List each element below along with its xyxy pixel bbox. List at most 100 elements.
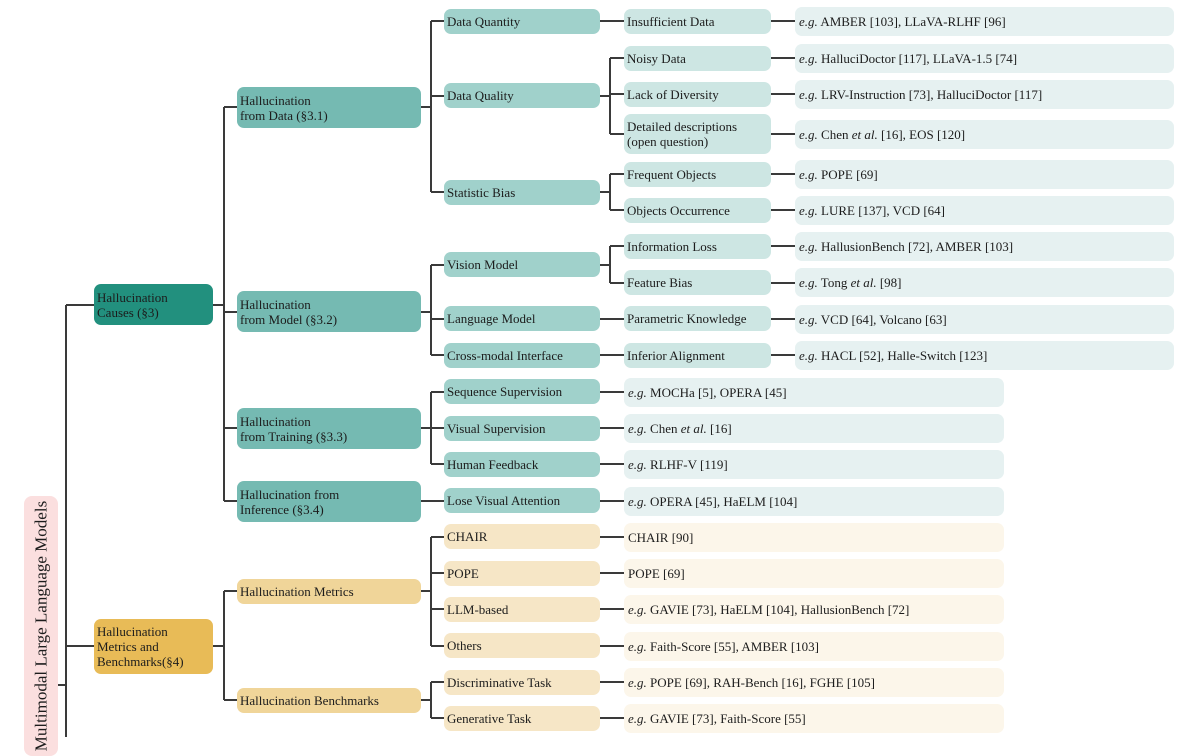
eg-label: e.g. — [799, 127, 818, 142]
refs-pre: Tong — [817, 275, 851, 290]
connector-root — [58, 304, 94, 737]
connector-statbias — [600, 173, 624, 211]
node-human-feedback: Human Feedback — [444, 452, 600, 477]
node-inferior-alignment: Inferior Alignment — [624, 343, 771, 368]
node-lose-visual-attention: Lose Visual Attention — [444, 488, 600, 513]
leaf-noisy-data-refs: e.g. HalluciDoctor [117], LLaVA-1.5 [74] — [795, 44, 1174, 73]
node-visual-supervision: Visual Supervision — [444, 416, 600, 441]
leaf-visual-supervision-refs: e.g. Chen et al. [16] — [624, 414, 1004, 443]
refs-text: [16], EOS [120] — [877, 127, 966, 142]
refs-text: LRV-Instruction [73], HalluciDoctor [117… — [817, 87, 1043, 102]
node-noisy-data: Noisy Data — [624, 46, 771, 71]
leaf-sequence-supervision-refs: e.g. MOCHa [5], OPERA [45] — [624, 378, 1004, 407]
node-statistic-bias: Statistic Bias — [444, 180, 600, 205]
leaf-lack-of-diversity-refs: e.g. LRV-Instruction [73], HalluciDoctor… — [795, 80, 1174, 109]
connector-leaves-metrics — [600, 536, 624, 719]
root-node: Multimodal Large Language Models — [24, 496, 58, 756]
connector-from-model — [421, 264, 444, 356]
refs-text: RLHF-V [119] — [646, 457, 728, 472]
leaf-detailed-descriptions-refs: e.g. Chen et al. [16], EOS [120] — [795, 120, 1174, 149]
eg-label: e.g. — [628, 494, 647, 509]
connector-from-data — [421, 20, 444, 193]
eg-label: e.g. — [799, 239, 818, 254]
connector-metrics — [213, 590, 237, 701]
node-chair: CHAIR — [444, 524, 600, 549]
leaf-llm-based-refs: e.g. GAVIE [73], HaELM [104], HallusionB… — [624, 595, 1004, 624]
node-others: Others — [444, 633, 600, 658]
node-parametric-knowledge: Parametric Knowledge — [624, 306, 771, 331]
refs-text: LURE [137], VCD [64] — [817, 203, 946, 218]
leaf-chair-refs: CHAIR [90] — [624, 523, 1004, 552]
refs-text: Faith-Score [55], AMBER [103] — [646, 639, 820, 654]
node-llm-based: LLM-based — [444, 597, 600, 622]
refs-text: OPERA [45], HaELM [104] — [646, 494, 798, 509]
connector-causes — [213, 106, 237, 502]
node-data-quantity: Data Quantity — [444, 9, 600, 34]
refs-pre: Chen — [817, 127, 852, 142]
node-cross-modal-interface: Cross-modal Interface — [444, 343, 600, 368]
etal-label: et al. — [680, 421, 707, 436]
node-detailed-descriptions: Detailed descriptions (open question) — [624, 114, 771, 154]
eg-label: e.g. — [628, 711, 647, 726]
leaf-parametric-knowledge-refs: e.g. VCD [64], Volcano [63] — [795, 305, 1174, 334]
node-from-data: Hallucination from Data (§3.1) — [237, 87, 421, 128]
leaf-feature-bias-refs: e.g. Tong et al. [98] — [795, 268, 1174, 297]
connector-leaves-training — [600, 391, 624, 465]
node-hallucination-metrics: Hallucination Metrics — [237, 579, 421, 604]
eg-label: e.g. — [628, 639, 647, 654]
refs-text: HallusionBench [72], AMBER [103] — [817, 239, 1014, 254]
refs-text: GAVIE [73], Faith-Score [55] — [646, 711, 806, 726]
refs-text: VCD [64], Volcano [63] — [817, 312, 947, 327]
eg-label: e.g. — [799, 14, 818, 29]
etal-label: et al. — [850, 275, 877, 290]
leaf-insufficient-data-refs: e.g. AMBER [103], LLaVA-RLHF [96] — [795, 7, 1174, 36]
node-from-model: Hallucination from Model (§3.2) — [237, 291, 421, 332]
connector-quality — [600, 57, 624, 135]
leaf-frequent-objects-refs: e.g. POPE [69] — [795, 160, 1174, 189]
eg-label: e.g. — [799, 87, 818, 102]
node-sequence-supervision: Sequence Supervision — [444, 379, 600, 404]
leaf-human-feedback-refs: e.g. RLHF-V [119] — [624, 450, 1004, 479]
refs-text: POPE [69] — [817, 167, 878, 182]
connector-leaves-data — [771, 20, 795, 211]
connector-hall-benchmarks — [421, 681, 444, 719]
leaf-inferior-alignment-refs: e.g. HACL [52], Halle-Switch [123] — [795, 341, 1174, 370]
refs-text: HalluciDoctor [117], LLaVA-1.5 [74] — [817, 51, 1018, 66]
eg-label: e.g. — [628, 675, 647, 690]
node-lack-of-diversity: Lack of Diversity — [624, 82, 771, 107]
node-vision-model: Vision Model — [444, 252, 600, 277]
eg-label: e.g. — [799, 167, 818, 182]
node-information-loss: Information Loss — [624, 234, 771, 259]
leaf-lose-visual-attention-refs: e.g. OPERA [45], HaELM [104] — [624, 487, 1004, 516]
leaf-information-loss-refs: e.g. HallusionBench [72], AMBER [103] — [795, 232, 1174, 261]
node-pope: POPE — [444, 561, 600, 586]
node-from-training: Hallucination from Training (§3.3) — [237, 408, 421, 449]
root-label: Multimodal Large Language Models — [31, 500, 51, 752]
node-language-model: Language Model — [444, 306, 600, 331]
node-metrics-and-benchmarks: Hallucination Metrics and Benchmarks(§4) — [94, 619, 213, 674]
connector-leaves-model — [771, 245, 795, 356]
node-discriminative-task: Discriminative Task — [444, 670, 600, 695]
node-data-quality: Data Quality — [444, 83, 600, 108]
connector-hall-metrics — [421, 536, 444, 647]
leaf-discriminative-task-refs: e.g. POPE [69], RAH-Bench [16], FGHE [10… — [624, 668, 1004, 697]
refs-text: POPE [69], RAH-Bench [16], FGHE [105] — [646, 675, 875, 690]
eg-label: e.g. — [628, 421, 647, 436]
leaf-objects-occurrence-refs: e.g. LURE [137], VCD [64] — [795, 196, 1174, 225]
refs-pre: Chen — [646, 421, 681, 436]
refs-text: [16] — [706, 421, 732, 436]
eg-label: e.g. — [799, 203, 818, 218]
eg-label: e.g. — [628, 602, 647, 617]
eg-label: e.g. — [799, 348, 818, 363]
connector-vision — [600, 245, 624, 284]
refs-text: CHAIR [90] — [628, 530, 694, 545]
node-feature-bias: Feature Bias — [624, 270, 771, 295]
leaf-generative-task-refs: e.g. GAVIE [73], Faith-Score [55] — [624, 704, 1004, 733]
refs-text: GAVIE [73], HaELM [104], HallusionBench … — [646, 602, 910, 617]
eg-label: e.g. — [628, 385, 647, 400]
etal-label: et al. — [851, 127, 878, 142]
eg-label: e.g. — [799, 275, 818, 290]
eg-label: e.g. — [799, 312, 818, 327]
node-generative-task: Generative Task — [444, 706, 600, 731]
eg-label: e.g. — [628, 457, 647, 472]
